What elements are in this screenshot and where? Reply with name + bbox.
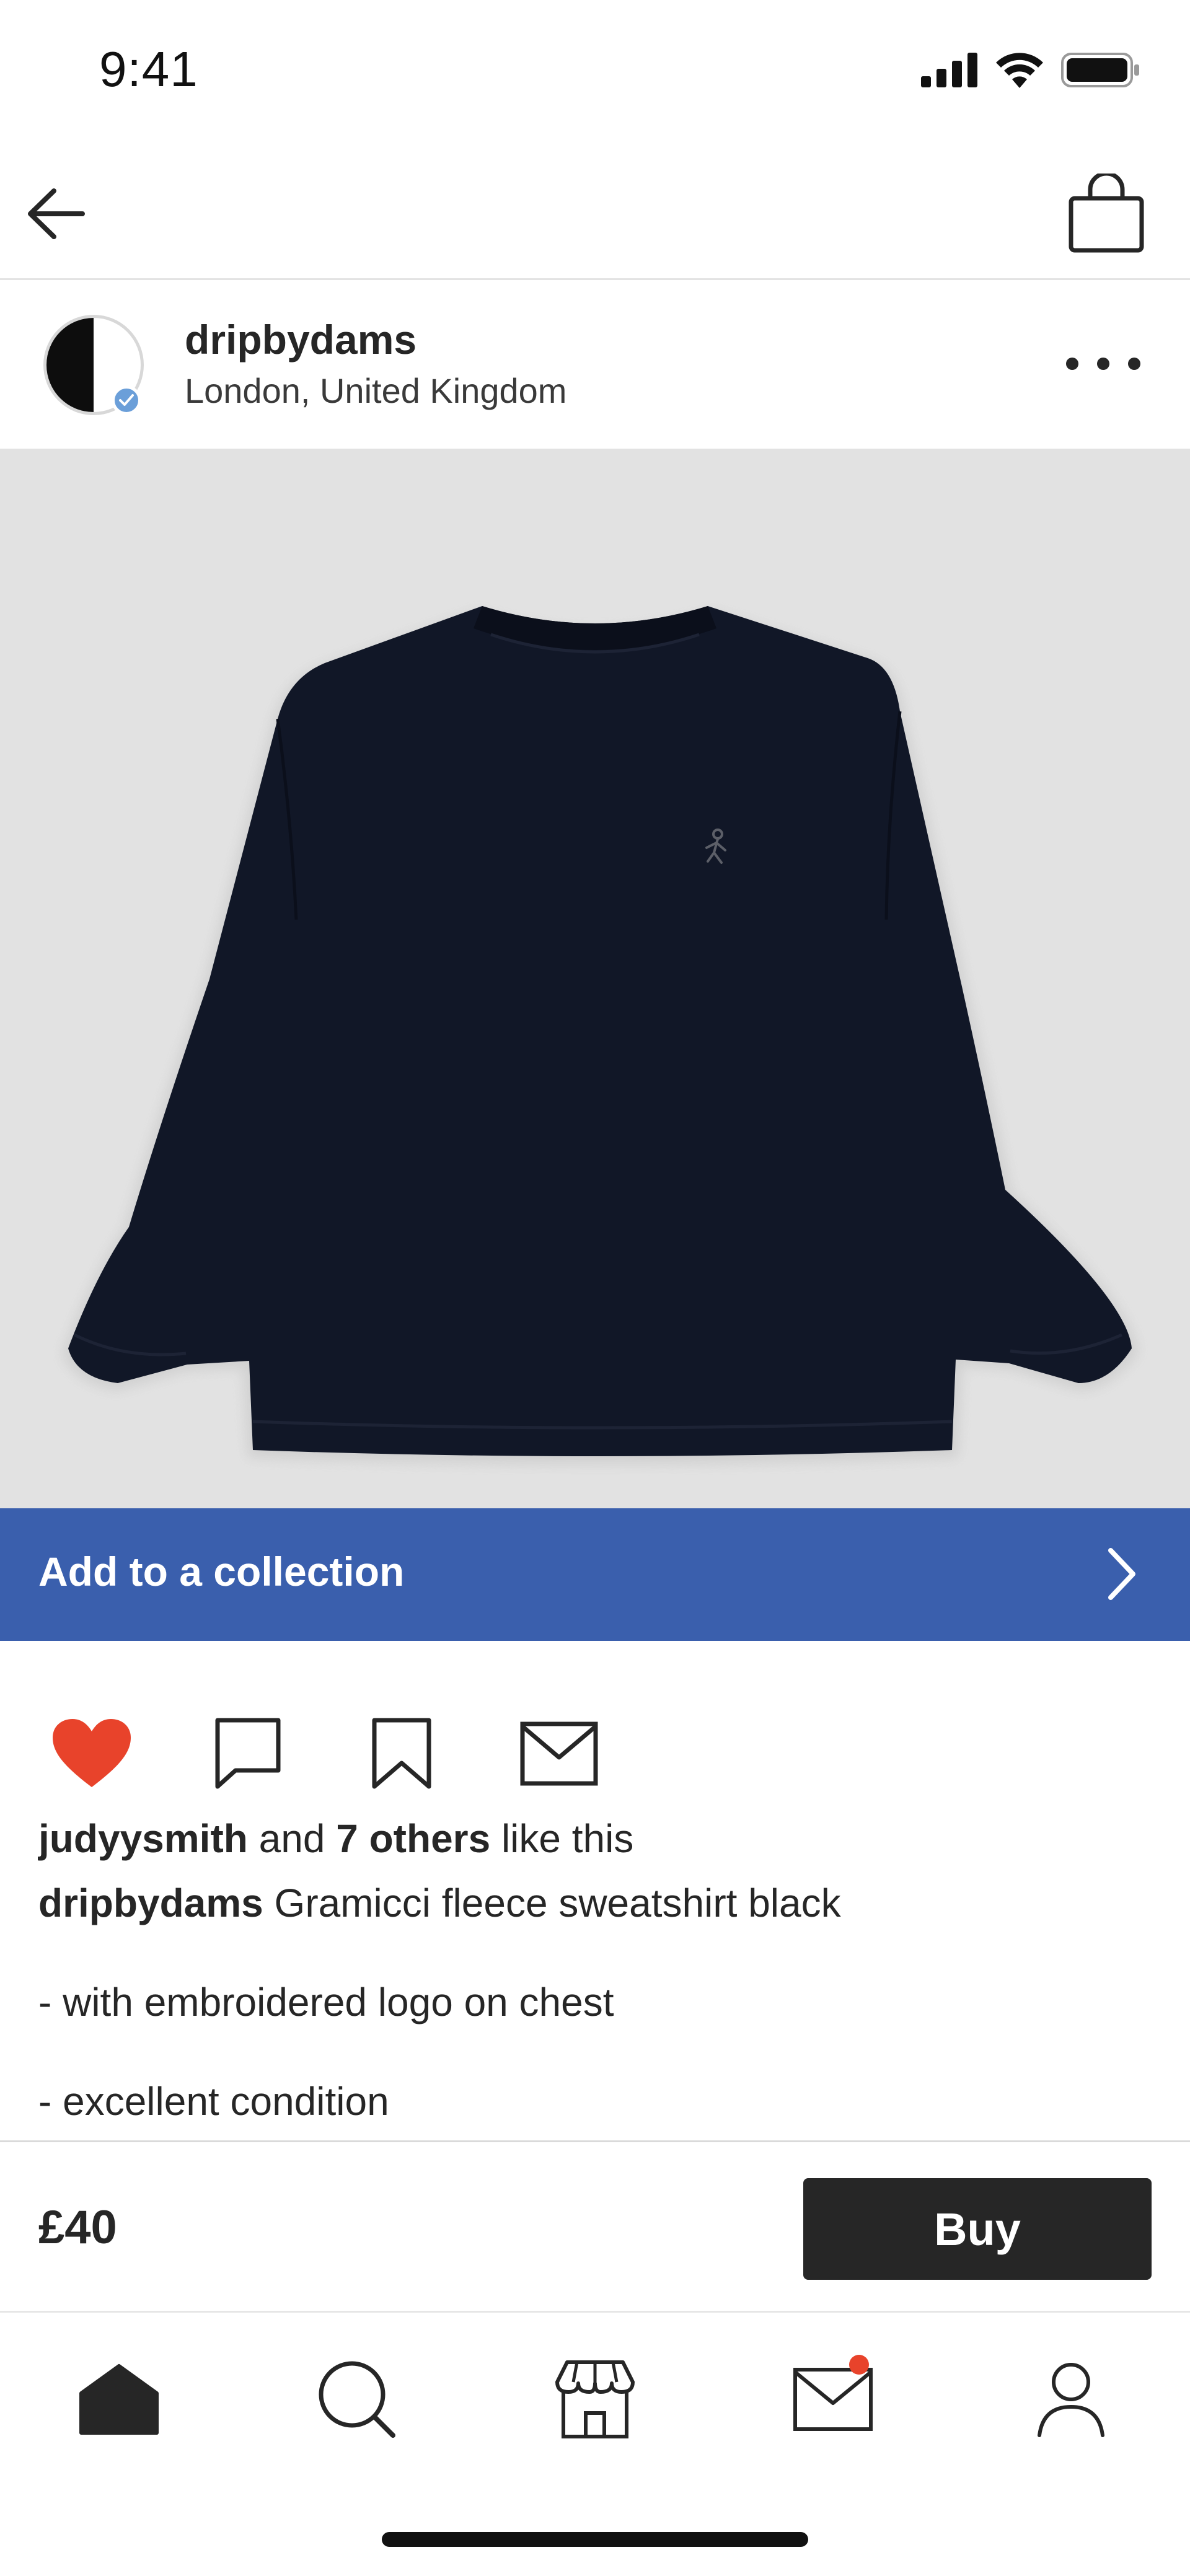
- tab-profile[interactable]: [1021, 2350, 1121, 2449]
- status-time: 9:41: [99, 42, 198, 97]
- save-button[interactable]: [358, 1710, 445, 1797]
- description-line: - with embroidered logo on chest: [38, 1980, 614, 2024]
- product-page: 9:41 dripbydams London, United Kingdom A…: [0, 0, 1190, 2576]
- description-line: - excellent condition: [38, 2079, 389, 2124]
- caption-title: Gramicci fleece sweatshirt black: [274, 1881, 841, 1925]
- tab-search[interactable]: [307, 2350, 407, 2449]
- status-bar: 9:41: [0, 0, 1190, 143]
- post-actions: [0, 1698, 1190, 1803]
- home-icon: [79, 2364, 159, 2435]
- bookmark-icon: [372, 1718, 431, 1789]
- status-icons: [921, 52, 1140, 88]
- likes-summary: judyysmith and 7 others like this: [38, 1816, 633, 1862]
- seller-username[interactable]: dripbydams: [185, 316, 416, 363]
- more-dot: [1066, 358, 1078, 370]
- wifi-icon: [996, 53, 1043, 88]
- price: £40: [38, 2201, 117, 2254]
- tab-messages[interactable]: [783, 2350, 883, 2449]
- caption-username[interactable]: dripbydams: [38, 1881, 263, 1925]
- seller-header: dripbydams London, United Kingdom: [0, 280, 1190, 449]
- comment-icon: [215, 1718, 281, 1789]
- likes-suffix: like this: [501, 1816, 634, 1861]
- verified-badge-icon: [112, 385, 141, 415]
- envelope-icon: [520, 1721, 598, 1786]
- shopping-bag-button[interactable]: [1066, 170, 1147, 257]
- battery-icon: [1061, 53, 1139, 87]
- likes-others[interactable]: 7 others: [336, 1816, 490, 1861]
- shopping-bag-icon: [1069, 174, 1144, 253]
- product-image[interactable]: [0, 449, 1190, 1508]
- envelope-icon: [793, 2368, 873, 2431]
- search-icon: [319, 2361, 395, 2438]
- back-button[interactable]: [22, 180, 90, 248]
- caption: dripbydams Gramicci fleece sweatshirt bl…: [38, 1880, 841, 1926]
- add-to-collection-button[interactable]: Add to a collection: [0, 1508, 1190, 1641]
- tab-shop[interactable]: [545, 2350, 645, 2449]
- purchase-bar: £40 Buy: [0, 2140, 1190, 2313]
- storefront-icon: [555, 2360, 635, 2438]
- like-button[interactable]: [48, 1710, 135, 1797]
- more-options-button[interactable]: [1066, 342, 1140, 385]
- liker-username[interactable]: judyysmith: [38, 1816, 248, 1861]
- buy-button[interactable]: Buy: [803, 2178, 1152, 2280]
- tab-home[interactable]: [69, 2350, 169, 2449]
- chevron-right-icon: [1108, 1548, 1135, 1600]
- likes-connector: and: [258, 1816, 325, 1861]
- sweatshirt-image: [62, 606, 1138, 1464]
- cellular-signal-icon: [921, 53, 977, 87]
- more-dot: [1097, 358, 1109, 370]
- share-button[interactable]: [516, 1710, 602, 1797]
- profile-icon: [1038, 2363, 1104, 2437]
- top-nav: [0, 143, 1190, 280]
- add-to-collection-label: Add to a collection: [38, 1549, 405, 1594]
- home-indicator[interactable]: [382, 2532, 808, 2547]
- arrow-left-icon: [28, 188, 85, 239]
- more-dot: [1128, 358, 1140, 370]
- heart-filled-icon: [53, 1719, 131, 1787]
- notification-dot: [849, 2355, 869, 2375]
- comment-button[interactable]: [205, 1710, 291, 1797]
- bottom-tab-bar: [0, 2313, 1190, 2474]
- seller-location: London, United Kingdom: [185, 371, 567, 410]
